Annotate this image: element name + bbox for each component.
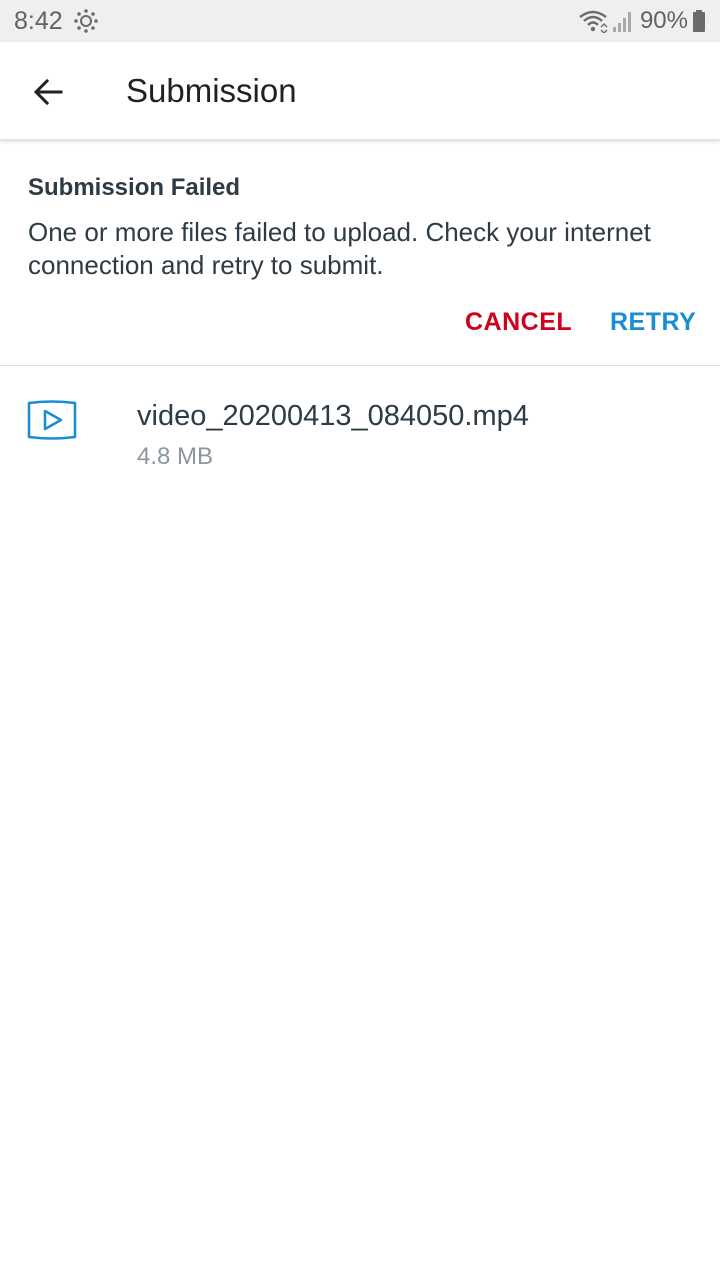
alert-message: One or more files failed to upload. Chec… (28, 217, 651, 280)
back-button[interactable] (22, 66, 74, 118)
status-bar: 8:42 90% (0, 0, 720, 42)
file-size: 4.8 MB (137, 443, 214, 470)
cancel-button[interactable]: CANCEL (465, 308, 572, 337)
alert-title: Submission Failed (28, 174, 241, 201)
battery-percent: 90% (639, 7, 688, 34)
wifi-icon (578, 9, 608, 33)
page-title: Submission (126, 72, 297, 109)
retry-button[interactable]: RETRY (610, 308, 696, 337)
submission-failed-alert: Submission Failed One or more files fail… (0, 140, 720, 366)
arrow-back-icon (33, 78, 63, 106)
video-file-icon (26, 400, 78, 440)
battery-icon (692, 9, 706, 33)
status-time: 8:42 (14, 6, 63, 35)
app-bar: Submission (0, 42, 720, 140)
list-item[interactable]: video_20200413_084050.mp4 4.8 MB (0, 366, 720, 486)
signal-icon (612, 9, 634, 33)
status-right: 90% (578, 7, 706, 35)
file-name: video_20200413_084050.mp4 (137, 400, 529, 432)
canvas-logo-icon (73, 8, 99, 34)
status-left: 8:42 (14, 7, 99, 36)
